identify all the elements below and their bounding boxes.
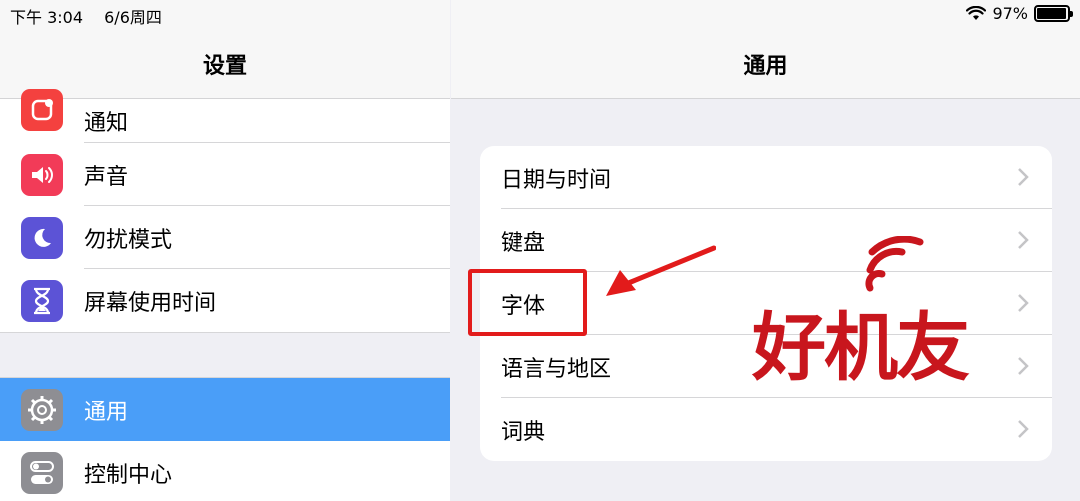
chevron-right-icon — [1018, 420, 1029, 438]
highlight-box — [468, 269, 587, 336]
status-time: 下午 3:04 — [10, 8, 84, 27]
detail-header: 97% 通用 — [451, 0, 1080, 99]
list-item-date-time[interactable]: 日期与时间 — [480, 146, 1052, 209]
red-arrow-icon — [606, 245, 716, 296]
status-date: 6/6周四 — [104, 8, 162, 27]
status-bar-left: 下午 3:04 6/6周四 — [0, 0, 450, 30]
sidebar-item-notifications[interactable]: 通知 — [0, 89, 450, 143]
battery-percent: 97% — [992, 4, 1028, 23]
sidebar-item-label: 通知 — [84, 111, 129, 136]
sidebar-item-label: 勿扰模式 — [84, 227, 173, 253]
sidebar-item-label: 控制中心 — [84, 462, 173, 488]
sidebar-item-control-center[interactable]: 控制中心 — [0, 441, 450, 501]
gear-icon — [21, 388, 63, 431]
sidebar-item-label: 通用 — [84, 399, 129, 425]
settings-list: 通知 声音 勿扰模式 屏幕使用时间 通用 控制中心 — [0, 89, 450, 501]
list-item-label: 词典 — [501, 419, 546, 445]
moon-icon — [21, 216, 63, 259]
watermark-logo: 好机友 — [752, 305, 970, 391]
group-spacer — [0, 332, 450, 378]
wifi-icon — [966, 5, 987, 20]
notification-icon — [21, 89, 63, 131]
settings-group-b: 通用 控制中心 — [0, 378, 450, 501]
sidebar-item-sounds[interactable]: 声音 — [0, 143, 450, 206]
sound-icon — [21, 153, 63, 196]
status-indicators: 97% — [966, 4, 1073, 23]
list-item-label: 日期与时间 — [501, 167, 612, 193]
detail-title: 通用 — [743, 54, 788, 79]
battery-icon — [1034, 5, 1073, 22]
sidebar-item-screen-time[interactable]: 屏幕使用时间 — [0, 269, 450, 332]
settings-group-a: 通知 声音 勿扰模式 屏幕使用时间 — [0, 89, 450, 332]
sidebar-item-label: 屏幕使用时间 — [84, 290, 217, 316]
toggle-icon — [21, 451, 63, 494]
hourglass-icon — [21, 279, 63, 322]
sidebar-title: 设置 — [202, 54, 247, 79]
chevron-right-icon — [1018, 357, 1029, 375]
sidebar-item-general[interactable]: 通用 — [0, 378, 450, 441]
list-item-label: 语言与地区 — [501, 356, 612, 382]
sidebar-header: 下午 3:04 6/6周四 设置 — [0, 0, 450, 99]
settings-sidebar: 下午 3:04 6/6周四 设置 通知 声音 勿扰模式 屏幕使用时间 通用 控制… — [0, 0, 450, 501]
sidebar-item-do-not-disturb[interactable]: 勿扰模式 — [0, 206, 450, 269]
sidebar-item-label: 声音 — [84, 164, 129, 190]
chevron-right-icon — [1018, 294, 1029, 312]
list-item-label: 键盘 — [501, 230, 546, 256]
list-item-dictionary[interactable]: 词典 — [480, 398, 1052, 461]
chevron-right-icon — [1018, 168, 1029, 186]
chevron-right-icon — [1018, 231, 1029, 249]
